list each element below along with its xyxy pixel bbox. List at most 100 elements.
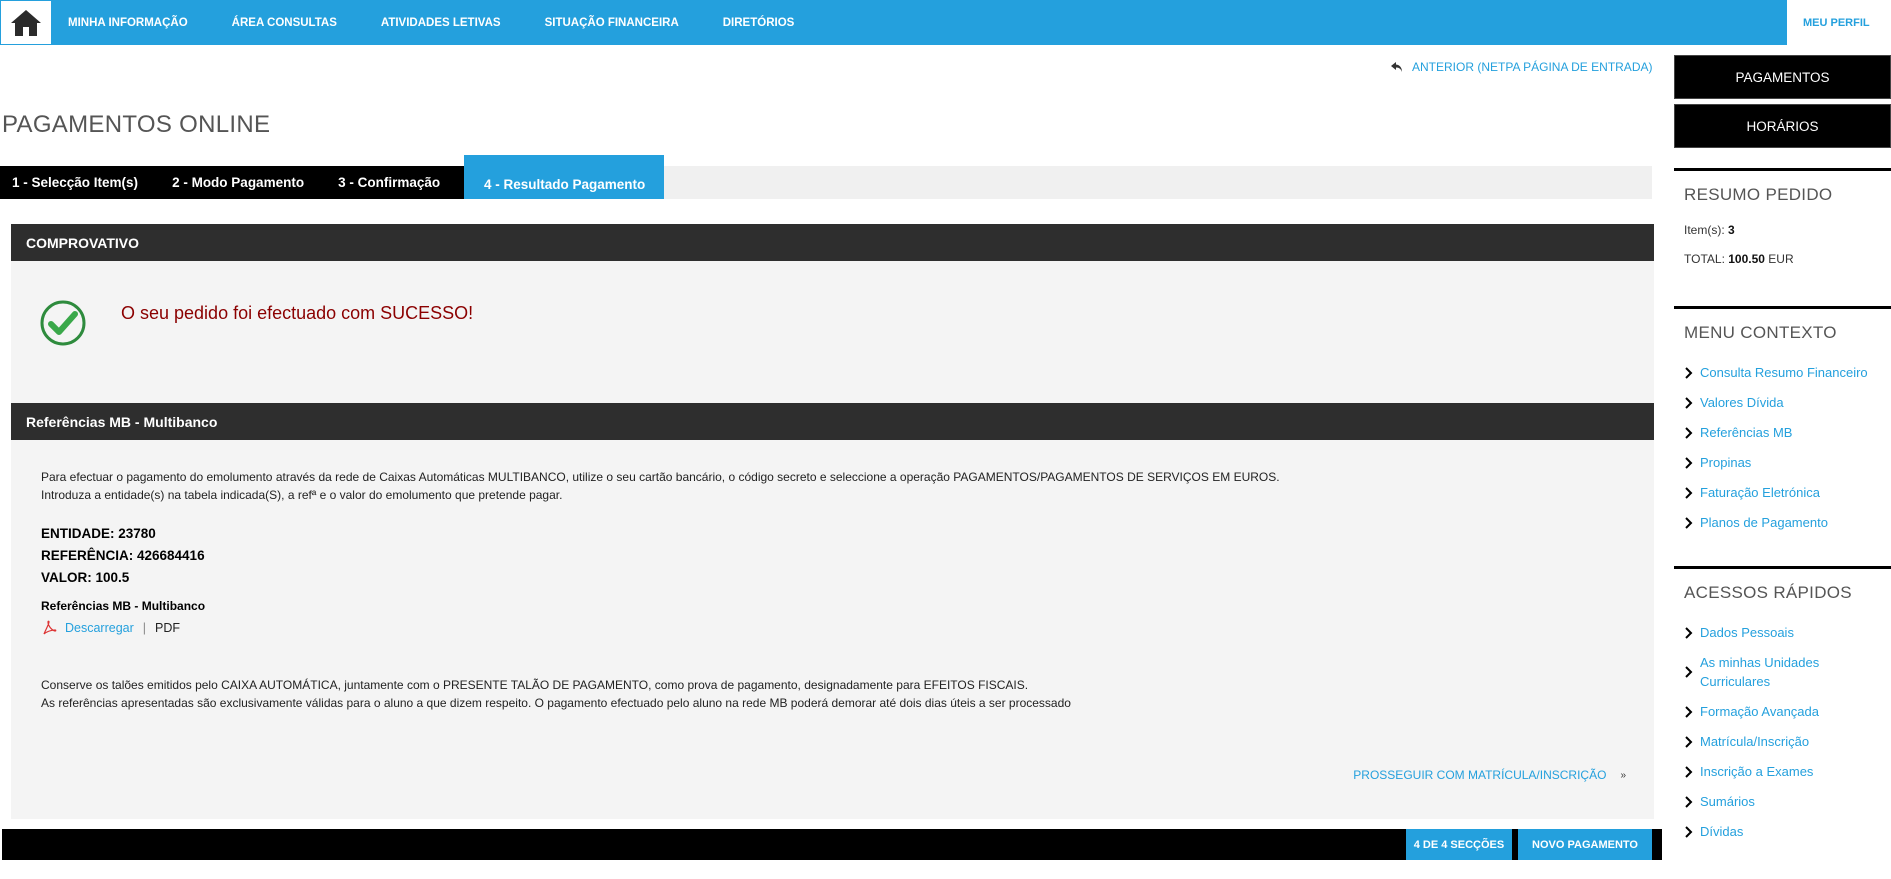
schedules-button[interactable]: HORÁRIOS: [1674, 104, 1891, 148]
mb-instruction-1: Para efectuar o pagamento do emolumento …: [41, 470, 1280, 484]
double-arrow-icon: »: [1620, 769, 1626, 781]
quick-access: ACESSOS RÁPIDOS Dados Pessoais As minhas…: [1674, 566, 1891, 866]
chevron-right-icon: [1684, 423, 1694, 442]
quick-link-dividas[interactable]: Dívidas: [1684, 822, 1891, 841]
quick-link-unidades-curriculares[interactable]: As minhas Unidades Curriculares: [1684, 653, 1854, 691]
context-menu-list: Consulta Resumo Financeiro Valores Dívid…: [1674, 363, 1891, 532]
link-label: Propinas: [1700, 455, 1752, 470]
chevron-right-icon: [1684, 393, 1694, 412]
items-value: 3: [1728, 223, 1735, 237]
chevron-right-icon: [1684, 732, 1694, 751]
link-label: Faturação Eletrónica: [1700, 485, 1820, 500]
top-navbar: MINHA INFORMAÇÃO ÁREA CONSULTAS ATIVIDAD…: [0, 0, 1891, 45]
completed-steps: 1 - Selecção Item(s) 2 - Modo Pagamento …: [0, 166, 464, 199]
link-label: Matrícula/Inscrição: [1700, 734, 1810, 749]
currency-label: EUR: [1768, 252, 1794, 266]
chevron-right-icon: [1684, 663, 1694, 682]
nav-minha-informacao[interactable]: MINHA INFORMAÇÃO: [52, 17, 210, 29]
sections-counter-button[interactable]: 4 DE 4 SECÇÕES: [1406, 829, 1512, 860]
home-icon: [11, 9, 41, 36]
context-link-planos-pagamento[interactable]: Planos de Pagamento: [1684, 513, 1891, 532]
nav-atividades-letivas[interactable]: ATIVIDADES LETIVAS: [365, 17, 523, 29]
mb-note-1: Conserve os talões emitidos pelo CAIXA A…: [41, 678, 1029, 692]
mb-note-2: As referências apresentadas são exclusiv…: [41, 696, 1071, 710]
order-summary-title: RESUMO PEDIDO: [1684, 185, 1833, 204]
back-link-label: ANTERIOR (NETPA PÁGINA DE ENTRADA): [1412, 60, 1653, 74]
mb-entidade: ENTIDADE: 23780: [41, 526, 156, 541]
quick-access-list: Dados Pessoais As minhas Unidades Curric…: [1674, 623, 1891, 841]
quick-link-dados-pessoais[interactable]: Dados Pessoais: [1684, 623, 1891, 642]
link-label: Dívidas: [1700, 824, 1744, 839]
back-arrow-icon: [1391, 62, 1402, 72]
nav-situacao-financeira[interactable]: SITUAÇÃO FINANCEIRA: [529, 17, 701, 29]
context-menu: MENU CONTEXTO Consulta Resumo Financeiro…: [1674, 306, 1891, 556]
page-title: PAGAMENTOS ONLINE: [2, 111, 271, 138]
context-link-valores-divida[interactable]: Valores Dívida: [1684, 393, 1891, 412]
chevron-right-icon: [1684, 702, 1694, 721]
proceed-enrollment-link[interactable]: PROSSEGUIR COM MATRÍCULA/INSCRIÇÃO »: [1353, 768, 1626, 782]
quick-link-sumarios[interactable]: Sumários: [1684, 792, 1891, 811]
quick-access-title: ACESSOS RÁPIDOS: [1684, 583, 1852, 602]
link-label: Consulta Resumo Financeiro: [1700, 365, 1868, 380]
main-menu: MINHA INFORMAÇÃO ÁREA CONSULTAS ATIVIDAD…: [52, 0, 822, 45]
pdf-icon: [43, 620, 57, 635]
payment-steps: 1 - Selecção Item(s) 2 - Modo Pagamento …: [0, 155, 1652, 199]
context-menu-title: MENU CONTEXTO: [1684, 323, 1837, 342]
quick-link-matricula[interactable]: Matrícula/Inscrição: [1684, 732, 1891, 751]
quick-link-inscricao-exames[interactable]: Inscrição a Exames: [1684, 762, 1891, 781]
context-link-faturacao[interactable]: Faturação Eletrónica: [1684, 483, 1891, 502]
link-label: As minhas Unidades Curriculares: [1700, 655, 1820, 689]
receipt-header: COMPROVATIVO: [11, 224, 1654, 261]
back-link[interactable]: ANTERIOR (NETPA PÁGINA DE ENTRADA): [1390, 60, 1652, 74]
payments-button[interactable]: PAGAMENTOS: [1674, 55, 1891, 99]
chevron-right-icon: [1684, 363, 1694, 382]
chevron-right-icon: [1684, 822, 1694, 841]
download-link[interactable]: Descarregar: [65, 621, 134, 635]
chevron-right-icon: [1684, 483, 1694, 502]
link-label: Dados Pessoais: [1700, 625, 1794, 640]
chevron-right-icon: [1684, 792, 1694, 811]
total-label: TOTAL:: [1684, 252, 1725, 266]
step-4-active[interactable]: 4 - Resultado Pagamento: [464, 155, 664, 199]
download-row: Descarregar | PDF: [41, 620, 180, 636]
footer-bar: 4 DE 4 SECÇÕES NOVO PAGAMENTO: [2, 829, 1662, 860]
proceed-label: PROSSEGUIR COM MATRÍCULA/INSCRIÇÃO: [1353, 768, 1607, 782]
context-link-propinas[interactable]: Propinas: [1684, 453, 1891, 472]
home-button[interactable]: [0, 0, 52, 45]
context-link-resumo-financeiro[interactable]: Consulta Resumo Financeiro: [1684, 363, 1891, 382]
link-label: Formação Avançada: [1700, 704, 1819, 719]
link-label: Planos de Pagamento: [1700, 515, 1828, 530]
order-total: TOTAL: 100.50 EUR: [1674, 252, 1891, 266]
nav-diretorios[interactable]: DIRETÓRIOS: [707, 17, 817, 29]
link-label: Inscrição a Exames: [1700, 764, 1814, 779]
order-items: Item(s): 3: [1674, 223, 1891, 237]
total-value: 100.50: [1728, 252, 1765, 266]
items-label: Item(s):: [1684, 223, 1725, 237]
mb-referencia: REFERÊNCIA: 426684416: [41, 548, 205, 563]
mb-document-title: Referências MB - Multibanco: [41, 599, 206, 613]
nav-area-consultas[interactable]: ÁREA CONSULTAS: [216, 17, 359, 29]
step-2[interactable]: 2 - Modo Pagamento: [150, 166, 316, 199]
mb-instruction-2: Introduza a entidade(s) na tabela indica…: [41, 488, 563, 502]
chevron-right-icon: [1684, 513, 1694, 532]
link-label: Referências MB: [1700, 425, 1793, 440]
format-label: PDF: [155, 621, 181, 635]
step-3[interactable]: 3 - Confirmação: [316, 166, 452, 199]
main-panel: COMPROVATIVO O seu pedido foi efectuado …: [11, 224, 1654, 819]
mb-valor: VALOR: 100.5: [41, 570, 130, 585]
chevron-right-icon: [1684, 623, 1694, 642]
success-check-icon: [40, 300, 86, 346]
link-label: Sumários: [1700, 794, 1755, 809]
quick-link-formacao-avancada[interactable]: Formação Avançada: [1684, 702, 1891, 721]
separator: |: [142, 621, 147, 635]
chevron-right-icon: [1684, 453, 1694, 472]
mb-header: Referências MB - Multibanco: [11, 403, 1654, 440]
chevron-right-icon: [1684, 762, 1694, 781]
success-message: O seu pedido foi efectuado com SUCESSO!: [121, 303, 474, 323]
new-payment-button[interactable]: NOVO PAGAMENTO: [1518, 829, 1652, 860]
step-1[interactable]: 1 - Selecção Item(s): [0, 166, 150, 199]
profile-button[interactable]: MEU PERFIL: [1787, 0, 1891, 45]
context-link-referencias-mb[interactable]: Referências MB: [1684, 423, 1891, 442]
link-label: Valores Dívida: [1700, 395, 1784, 410]
order-summary: RESUMO PEDIDO Item(s): 3 TOTAL: 100.50 E…: [1674, 168, 1891, 298]
